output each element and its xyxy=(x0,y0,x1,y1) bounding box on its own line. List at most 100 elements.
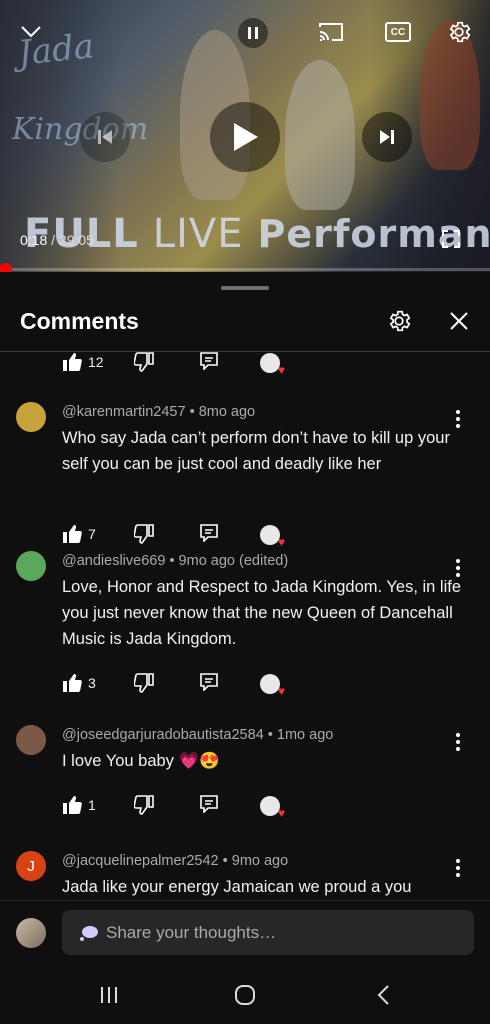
heart-icon: ♥ xyxy=(277,684,285,698)
comment-actions: 3 ♥ xyxy=(62,673,302,698)
current-time: 0:18 xyxy=(20,232,48,248)
previous-button[interactable] xyxy=(80,112,130,162)
reply-button[interactable] xyxy=(200,795,218,813)
cast-icon xyxy=(319,23,343,41)
panel-title: Comments xyxy=(20,308,139,334)
pause-button[interactable] xyxy=(238,18,268,48)
fullscreen-button[interactable] xyxy=(440,228,462,250)
play-icon xyxy=(234,123,258,151)
comment-author[interactable]: @karenmartin2457 xyxy=(62,404,186,420)
more-vertical-icon xyxy=(456,859,460,863)
reply-icon xyxy=(200,352,218,370)
settings-icon xyxy=(449,21,471,43)
like-button[interactable]: 7 xyxy=(62,524,96,544)
avatar[interactable] xyxy=(16,725,46,755)
like-icon xyxy=(63,353,82,371)
cc-label: CC xyxy=(390,26,406,38)
chevron-down-icon xyxy=(21,26,41,38)
thought-bubble-icon xyxy=(80,925,98,941)
heart-icon: ♥ xyxy=(277,535,285,549)
reply-button[interactable] xyxy=(200,524,218,542)
comment-time: 1mo ago xyxy=(276,727,334,743)
avatar-letter: J xyxy=(27,857,35,875)
comment-meta: @jacquelinepalmer2542 • 9mo ago xyxy=(62,853,289,869)
banner-word: LIVE xyxy=(152,211,244,257)
comment-author[interactable]: @andieslive669 xyxy=(62,553,165,569)
creator-heart-badge: ♥ xyxy=(260,525,285,549)
recents-button[interactable] xyxy=(94,982,124,1008)
dislike-icon xyxy=(134,352,154,372)
like-count: 3 xyxy=(88,675,96,691)
pause-icon xyxy=(248,27,258,39)
comment-author[interactable]: @joseedgarjuradobautista2584 xyxy=(62,727,264,743)
creator-heart-badge: ♥ xyxy=(260,353,285,377)
avatar[interactable]: J xyxy=(16,851,46,881)
comment-actions: 12 ♥ xyxy=(62,352,302,377)
comment-time: 9mo ago xyxy=(178,553,235,569)
comment-actions-partial: 12 ♥ xyxy=(0,352,490,380)
home-icon xyxy=(235,985,255,1005)
like-button[interactable]: 3 xyxy=(62,673,96,693)
comment-text: Love, Honor and Respect to Jada Kingdom.… xyxy=(62,578,462,648)
dislike-button[interactable] xyxy=(134,524,154,544)
heart-icon: ♥ xyxy=(277,363,285,377)
next-icon xyxy=(380,130,394,144)
drag-handle[interactable] xyxy=(221,286,269,290)
reply-icon xyxy=(200,524,218,542)
more-vertical-icon xyxy=(456,410,460,414)
creator-heart-badge: ♥ xyxy=(260,674,285,698)
reply-icon xyxy=(200,795,218,813)
fullscreen-icon xyxy=(442,230,460,248)
comment-time: 9mo ago xyxy=(231,853,289,869)
cc-icon: CC xyxy=(385,22,411,42)
comment-composer: Share your thoughts… xyxy=(0,900,490,967)
player-settings-button[interactable] xyxy=(444,17,474,47)
more-vertical-icon xyxy=(456,559,460,563)
comment-input[interactable]: Share your thoughts… xyxy=(62,910,474,955)
reply-button[interactable] xyxy=(200,673,218,691)
user-avatar xyxy=(16,918,46,948)
comment-author[interactable]: @jacquelinepalmer2542 xyxy=(62,853,219,869)
dislike-icon xyxy=(134,673,154,693)
comment-text: Jada like your energy Jamaican we proud … xyxy=(62,878,412,896)
comment-placeholder: Share your thoughts… xyxy=(106,922,277,942)
comments-settings-button[interactable] xyxy=(384,306,414,336)
settings-icon xyxy=(389,310,411,332)
dislike-button[interactable] xyxy=(134,673,154,693)
comment-time: 8mo ago xyxy=(198,404,256,420)
avatar[interactable] xyxy=(16,402,46,432)
like-icon xyxy=(63,796,82,814)
dislike-button[interactable] xyxy=(134,795,154,815)
avatar[interactable] xyxy=(16,551,46,581)
close-button[interactable] xyxy=(446,308,472,334)
edited-label: (edited) xyxy=(239,553,289,569)
time-separator: / xyxy=(47,232,59,248)
like-count: 7 xyxy=(88,526,96,542)
creator-heart-badge: ♥ xyxy=(260,796,285,820)
system-nav-bar xyxy=(0,966,490,1024)
like-button[interactable]: 12 xyxy=(62,352,104,372)
like-button[interactable]: 1 xyxy=(62,795,96,815)
video-player[interactable]: Jada Kingdom FULL LIVE Performance CC 0:… xyxy=(0,0,490,272)
cast-button[interactable] xyxy=(316,18,346,46)
dislike-icon xyxy=(134,524,154,544)
next-button[interactable] xyxy=(362,112,412,162)
dislike-icon xyxy=(134,795,154,815)
minimize-button[interactable] xyxy=(18,20,44,44)
progress-bar[interactable] xyxy=(0,263,490,276)
play-button[interactable] xyxy=(210,102,280,172)
more-vertical-icon xyxy=(456,733,460,737)
like-count: 12 xyxy=(88,354,104,370)
dislike-button[interactable] xyxy=(134,352,154,372)
like-icon xyxy=(63,674,82,692)
like-count: 1 xyxy=(88,797,96,813)
captions-button[interactable]: CC xyxy=(384,20,412,44)
reply-button[interactable] xyxy=(200,352,218,370)
reply-icon xyxy=(200,673,218,691)
total-time: 29:05 xyxy=(58,232,94,248)
home-button[interactable] xyxy=(230,980,260,1010)
recents-icon xyxy=(101,987,117,1003)
comment-actions: 1 ♥ xyxy=(62,795,302,820)
back-button[interactable] xyxy=(370,980,396,1010)
like-icon xyxy=(63,525,82,543)
